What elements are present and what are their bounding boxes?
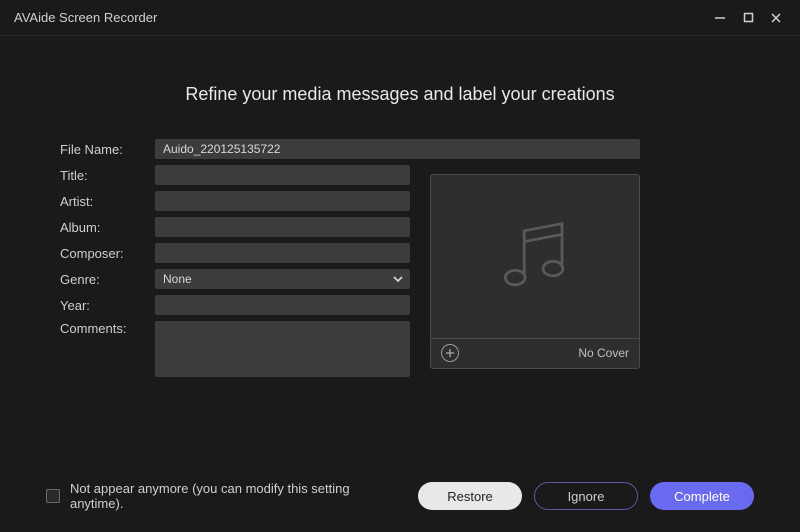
genre-label: Genre: — [60, 272, 155, 287]
artist-label: Artist: — [60, 194, 155, 209]
year-label: Year: — [60, 298, 155, 313]
cover-art-placeholder — [431, 175, 639, 338]
album-input[interactable] — [155, 217, 410, 237]
ignore-button[interactable]: Ignore — [534, 482, 638, 510]
content-area: Refine your media messages and label you… — [0, 36, 800, 460]
complete-button[interactable]: Complete — [650, 482, 754, 510]
titlebar: AVAide Screen Recorder — [0, 0, 800, 36]
cover-art-box: No Cover — [430, 174, 640, 369]
maximize-button[interactable] — [734, 4, 762, 32]
year-input[interactable] — [155, 295, 410, 315]
title-input[interactable] — [155, 165, 410, 185]
restore-button[interactable]: Restore — [418, 482, 522, 510]
genre-select[interactable]: None — [155, 269, 410, 289]
app-title: AVAide Screen Recorder — [14, 10, 157, 25]
add-cover-button[interactable] — [441, 344, 459, 362]
page-heading: Refine your media messages and label you… — [60, 84, 740, 105]
footer-bar: Not appear anymore (you can modify this … — [0, 460, 800, 532]
close-icon — [770, 12, 782, 24]
not-appear-label: Not appear anymore (you can modify this … — [70, 481, 406, 511]
close-button[interactable] — [762, 4, 790, 32]
comments-input[interactable] — [155, 321, 410, 377]
title-label: Title: — [60, 168, 155, 183]
maximize-icon — [743, 12, 754, 23]
album-label: Album: — [60, 220, 155, 235]
comments-label: Comments: — [60, 321, 155, 336]
composer-label: Composer: — [60, 246, 155, 261]
composer-input[interactable] — [155, 243, 410, 263]
not-appear-checkbox[interactable] — [46, 489, 60, 503]
metadata-form: File Name: Title: Artist: Album: Compose… — [60, 139, 740, 377]
minimize-button[interactable] — [706, 4, 734, 32]
file-name-label: File Name: — [60, 142, 155, 157]
cover-footer: No Cover — [431, 338, 639, 368]
plus-icon — [445, 348, 455, 358]
music-note-icon — [490, 211, 580, 301]
file-name-input[interactable] — [155, 139, 640, 159]
artist-input[interactable] — [155, 191, 410, 211]
minimize-icon — [714, 12, 726, 24]
no-cover-label: No Cover — [578, 346, 629, 360]
